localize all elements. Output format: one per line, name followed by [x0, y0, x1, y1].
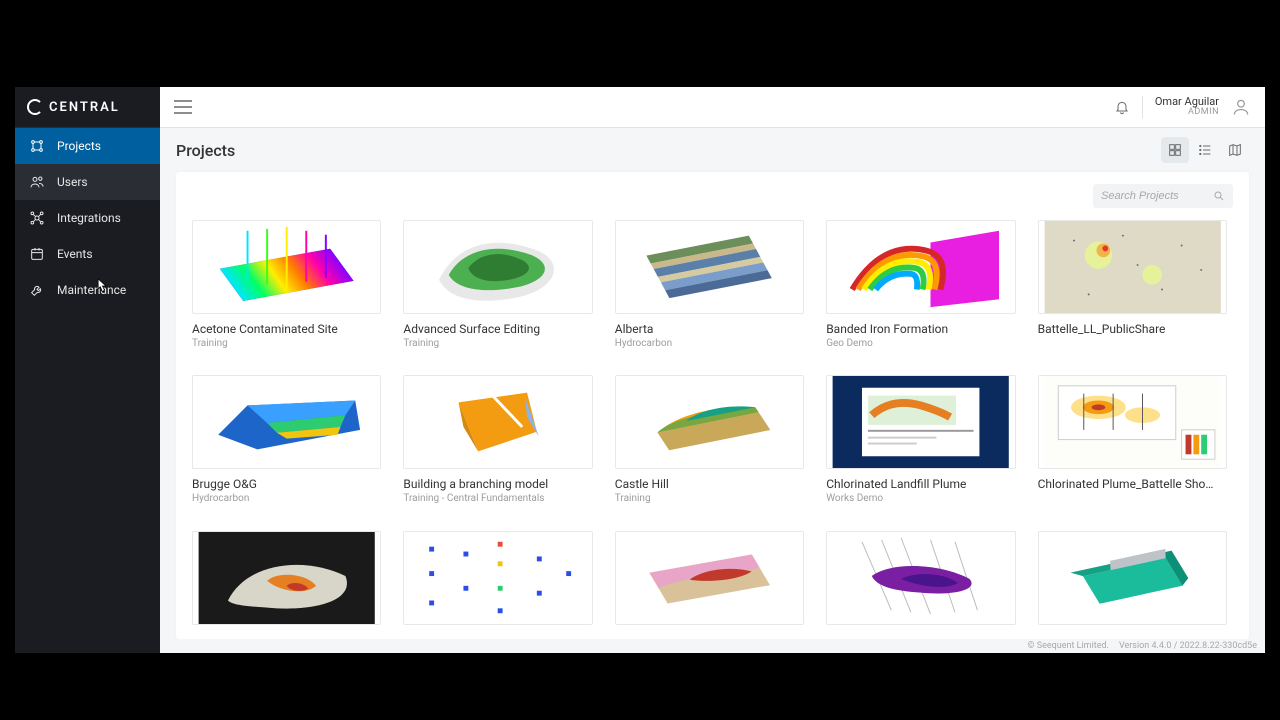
users-icon	[29, 174, 45, 190]
user-role: ADMIN	[1155, 108, 1219, 118]
projects-icon	[29, 138, 45, 154]
project-card[interactable]	[615, 531, 804, 631]
project-title: Banded Iron Formation	[826, 322, 1015, 336]
project-subtitle: Hydrocarbon	[615, 338, 804, 349]
sidebar-item-label: Integrations	[57, 211, 121, 225]
topbar: Omar Aguilar ADMIN	[160, 87, 1265, 128]
project-thumbnail	[192, 531, 381, 625]
project-card[interactable]: Banded Iron Formation Geo Demo	[826, 220, 1015, 355]
content-card: Acetone Contaminated SiteTrainingAdvance…	[176, 172, 1249, 639]
sidebar-item-users[interactable]: Users	[15, 164, 160, 200]
list-view-button[interactable]	[1191, 137, 1219, 163]
sidebar-item-label: Events	[57, 247, 93, 261]
grid-view-button[interactable]	[1161, 137, 1189, 163]
project-thumbnail	[826, 220, 1015, 314]
project-subtitle: Training - Central Fundamentals	[403, 493, 592, 504]
project-title: Battelle_LL_PublicShare	[1038, 322, 1227, 336]
footer-copyright: © Seequent Limited.	[1027, 641, 1108, 651]
project-card[interactable]: Castle Hill Training	[615, 375, 804, 510]
footer-version: Version 4.4.0 / 2022.8.22-330cd5e	[1119, 641, 1257, 651]
project-card[interactable]: Battelle_LL_PublicShare	[1038, 220, 1227, 355]
notifications-icon[interactable]	[1114, 99, 1130, 115]
main-column: Omar Aguilar ADMIN Projects	[160, 87, 1265, 653]
search-icon	[1213, 190, 1225, 202]
project-title: Brugge O&G	[192, 477, 381, 491]
project-thumbnail	[192, 375, 381, 469]
project-subtitle: Training	[403, 338, 592, 349]
project-card[interactable]: Advanced Surface Editing Training	[403, 220, 592, 355]
project-title: Chlorinated Landfill Plume	[826, 477, 1015, 491]
sidebar-item-maintenance[interactable]: Maintenance	[15, 272, 160, 308]
project-thumbnail	[1038, 375, 1227, 469]
sidebar-item-projects[interactable]: Projects	[15, 128, 160, 164]
brand-icon	[27, 99, 43, 115]
project-thumbnail	[826, 531, 1015, 625]
project-grid: Acetone Contaminated SiteTrainingAdvance…	[192, 220, 1233, 639]
project-card[interactable]: Acetone Contaminated Site Training	[192, 220, 381, 355]
project-thumbnail	[1038, 220, 1227, 314]
search-input[interactable]	[1101, 190, 1207, 202]
footer: © Seequent Limited. Version 4.4.0 / 2022…	[160, 639, 1265, 653]
sidebar-item-label: Maintenance	[57, 283, 126, 297]
project-card[interactable]	[403, 531, 592, 631]
project-thumbnail	[615, 220, 804, 314]
wrench-icon	[29, 282, 45, 298]
project-card[interactable]	[1038, 531, 1227, 631]
project-subtitle: Geo Demo	[826, 338, 1015, 349]
project-thumbnail	[403, 531, 592, 625]
project-thumbnail	[615, 531, 804, 625]
app-window: CENTRAL Projects Users Integrations Eve	[15, 87, 1265, 653]
project-title: Building a branching model	[403, 477, 592, 491]
project-subtitle: Training	[192, 338, 381, 349]
map-view-button[interactable]	[1221, 137, 1249, 163]
brand-logo-block: CENTRAL	[15, 87, 160, 128]
project-card[interactable]: Chlorinated Plume_Battelle Sho…	[1038, 375, 1227, 510]
page-title: Projects	[176, 141, 235, 160]
project-title: Advanced Surface Editing	[403, 322, 592, 336]
project-thumbnail	[403, 220, 592, 314]
sidebar-item-integrations[interactable]: Integrations	[15, 200, 160, 236]
sidebar: CENTRAL Projects Users Integrations Eve	[15, 87, 160, 653]
project-card[interactable]: Building a branching model Training - Cen…	[403, 375, 592, 510]
sidebar-nav: Projects Users Integrations Events Maint…	[15, 128, 160, 308]
page: Projects Acetone Contaminated S	[160, 128, 1265, 639]
project-card[interactable]	[826, 531, 1015, 631]
user-block[interactable]: Omar Aguilar ADMIN	[1155, 96, 1219, 118]
project-card[interactable]	[192, 531, 381, 631]
sidebar-item-label: Projects	[57, 139, 101, 153]
project-thumbnail	[403, 375, 592, 469]
project-card[interactable]: Chlorinated Landfill Plume Works Demo	[826, 375, 1015, 510]
sidebar-item-events[interactable]: Events	[15, 236, 160, 272]
hamburger-icon[interactable]	[174, 100, 192, 114]
calendar-icon	[29, 246, 45, 262]
search-box[interactable]	[1093, 184, 1233, 208]
integrations-icon	[29, 210, 45, 226]
view-toggle-group	[1161, 137, 1249, 163]
project-subtitle: Training	[615, 493, 804, 504]
project-thumbnail	[1038, 531, 1227, 625]
search-row	[192, 184, 1233, 208]
project-subtitle: Works Demo	[826, 493, 1015, 504]
topbar-divider	[1142, 96, 1143, 118]
project-title: Castle Hill	[615, 477, 804, 491]
project-title: Chlorinated Plume_Battelle Sho…	[1038, 477, 1227, 491]
project-thumbnail	[826, 375, 1015, 469]
project-thumbnail	[192, 220, 381, 314]
project-title: Acetone Contaminated Site	[192, 322, 381, 336]
brand-name: CENTRAL	[49, 100, 120, 115]
sidebar-item-label: Users	[57, 175, 88, 189]
avatar-icon[interactable]	[1231, 97, 1251, 117]
project-card[interactable]: Alberta Hydrocarbon	[615, 220, 804, 355]
page-header: Projects	[176, 128, 1249, 172]
project-thumbnail	[615, 375, 804, 469]
project-card[interactable]: Brugge O&G Hydrocarbon	[192, 375, 381, 510]
project-title: Alberta	[615, 322, 804, 336]
project-subtitle: Hydrocarbon	[192, 493, 381, 504]
